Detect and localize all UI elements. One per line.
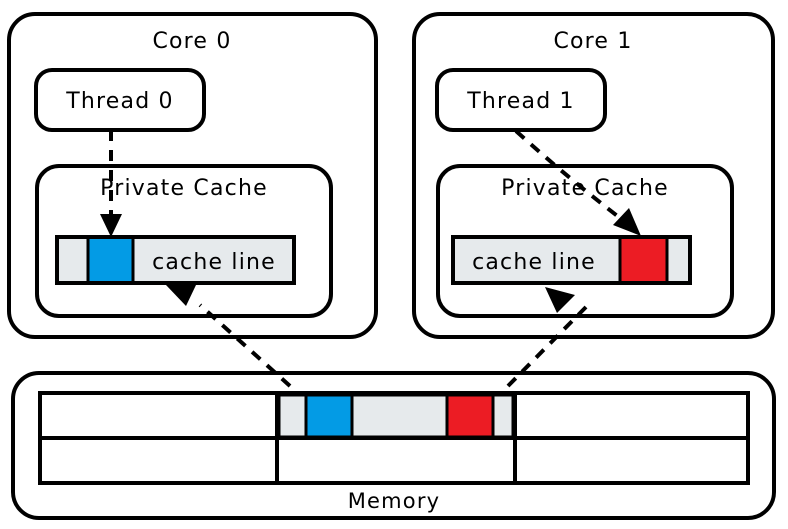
diagram-root: Core 0 Thread 0 Private Cache cache line… [0,0,788,529]
memory-cell-r1c1 [275,436,517,485]
core-0-cacheline-label: cache line [152,250,276,275]
thread-0-label: Thread 0 [65,89,174,114]
memory-label: Memory [348,489,441,513]
memory-grid [38,391,750,485]
thread-1-label: Thread 1 [466,89,575,114]
core-0-cache-line: cache line [55,235,296,285]
memory-seg-gray-3 [491,393,515,439]
core-1-cacheline-seg-red [618,235,669,285]
memory-seg-gray-1 [277,393,308,439]
memory-group: Memory [11,371,776,520]
core-1-group: Core 1 Thread 1 Private Cache cache line [412,12,775,339]
core-0-cacheline-seg-blue [86,235,135,285]
memory-cell-r1c2 [513,436,750,485]
core-0-private-cache-label: Private Cache [100,176,268,201]
core-1-cacheline-seg-gray-right [665,235,692,285]
core-1-cacheline-label: cache line [472,250,596,275]
memory-cell-r0c0 [38,391,279,440]
core-0-cacheline-seg-gray-left [55,235,90,285]
core-1-label: Core 1 [553,29,632,54]
memory-cell-r0c2 [513,391,750,440]
false-sharing-diagram: Core 0 Thread 0 Private Cache cache line… [7,12,776,520]
memory-seg-blue [304,393,354,439]
core-1-cache-line: cache line [451,235,692,285]
memory-cell-r0c1 [275,391,517,440]
memory-seg-red [445,393,495,439]
memory-cell-r1c0 [38,436,279,485]
core-0-label: Core 0 [152,29,231,54]
memory-seg-gray-2 [350,393,449,439]
